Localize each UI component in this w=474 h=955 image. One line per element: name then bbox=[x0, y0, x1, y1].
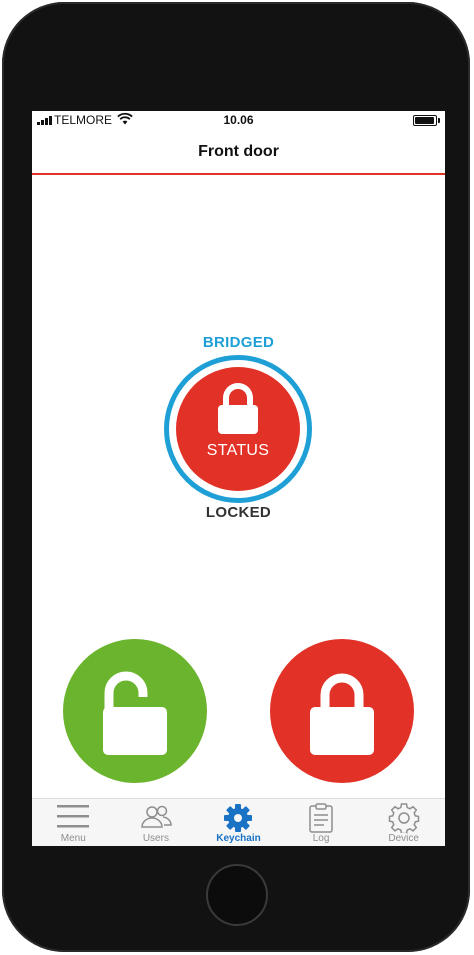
status-bar: TELMORE 10.06 bbox=[32, 111, 445, 131]
gear-icon bbox=[224, 804, 253, 832]
clock: 10.06 bbox=[223, 113, 254, 127]
unlock-button[interactable] bbox=[63, 639, 207, 783]
tab-users[interactable]: Users bbox=[115, 799, 198, 846]
lock-state-label: LOCKED bbox=[205, 504, 272, 521]
clipboard-icon bbox=[309, 803, 333, 833]
phone-frame: TELMORE 10.06 Front door BRIDGED STATUS … bbox=[2, 2, 470, 952]
status-button-label: STATUS bbox=[206, 442, 270, 459]
tab-label: Menu bbox=[60, 833, 86, 844]
menu-icon bbox=[57, 805, 90, 828]
status-button-face[interactable]: STATUS bbox=[176, 367, 300, 491]
home-button[interactable] bbox=[206, 864, 268, 926]
lock-button[interactable] bbox=[270, 639, 414, 783]
padlock-icon bbox=[218, 383, 258, 434]
unlock-icon bbox=[103, 671, 167, 755]
tab-label: Device bbox=[388, 833, 419, 844]
tab-device[interactable]: Device bbox=[362, 799, 445, 846]
app-screen: TELMORE 10.06 Front door BRIDGED STATUS … bbox=[32, 111, 445, 846]
lock-icon bbox=[310, 673, 374, 755]
tab-menu[interactable]: Menu bbox=[32, 799, 115, 846]
bridge-status-label: BRIDGED bbox=[202, 334, 275, 351]
tab-keychain[interactable]: Keychain bbox=[197, 799, 280, 846]
users-icon bbox=[141, 805, 172, 828]
tab-label: Log bbox=[312, 833, 330, 844]
tab-log[interactable]: Log bbox=[280, 799, 363, 846]
nav-bar: Front door bbox=[32, 131, 445, 175]
gear-outline-icon bbox=[388, 803, 419, 833]
tab-label: Users bbox=[142, 833, 169, 844]
tab-label: Keychain bbox=[216, 833, 261, 844]
status-button[interactable]: STATUS bbox=[164, 355, 312, 503]
battery-icon bbox=[413, 115, 440, 126]
page-title: Front door bbox=[198, 143, 279, 160]
tab-bar: Menu Users Keychain Log Device bbox=[32, 798, 445, 846]
